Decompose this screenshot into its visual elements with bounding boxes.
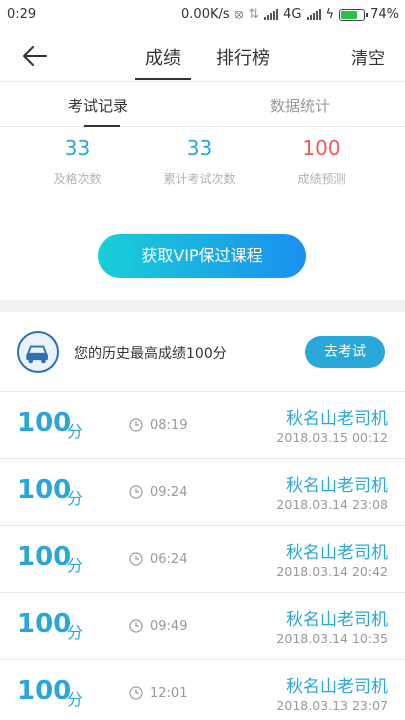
back-arrow-icon[interactable] bbox=[22, 43, 48, 69]
record-row[interactable]: 100 分 12:01 秋名山老司机 2018.03.13 23:07 bbox=[0, 660, 405, 720]
record-duration: 09:49 bbox=[150, 619, 188, 634]
data-transfer-icon: ⇅ bbox=[248, 7, 260, 22]
charging-icon: ϟ bbox=[325, 7, 335, 22]
subtab-statistics[interactable]: 数据统计 bbox=[270, 95, 330, 116]
battery-fill bbox=[341, 10, 357, 19]
record-user-name: 秋名山老司机 bbox=[286, 610, 388, 630]
status-bar: 0:29 0.00K/s ⦻ ⇅ 4G ϟ 74% bbox=[0, 0, 405, 30]
signal-2-icon bbox=[306, 9, 321, 20]
record-row[interactable]: 100 分 06:24 秋名山老司机 2018.03.14 20:42 bbox=[0, 526, 405, 593]
vip-course-button[interactable]: 获取VIP保过课程 bbox=[98, 234, 306, 278]
best-score-row: 您的历史最高成绩100分 去考试 bbox=[0, 312, 405, 392]
network-speed: 0.00K/s bbox=[181, 7, 230, 22]
stat-value: 33 bbox=[64, 136, 91, 160]
record-score-unit: 分 bbox=[67, 690, 84, 709]
take-exam-button[interactable]: 去考试 bbox=[305, 336, 385, 368]
active-tab-indicator bbox=[135, 78, 191, 80]
clock-icon bbox=[129, 418, 143, 432]
stat-passed: 33 及格次数 bbox=[10, 128, 145, 187]
record-user-name: 秋名山老司机 bbox=[286, 409, 388, 429]
exam-records-list: 100 分 08:19 秋名山老司机 2018.03.15 00:12 100 分 09:24… bbox=[0, 392, 405, 720]
record-score-unit: 分 bbox=[67, 623, 84, 642]
record-date: 2018.03.14 10:35 bbox=[276, 631, 388, 646]
stat-prediction: 100 成绩预测 bbox=[254, 128, 389, 187]
record-duration: 06:24 bbox=[150, 552, 188, 567]
record-score-unit: 分 bbox=[67, 489, 84, 508]
clock-icon bbox=[129, 552, 143, 566]
record-score: 100 bbox=[17, 609, 72, 639]
status-time: 0:29 bbox=[7, 7, 37, 22]
stat-value: 100 bbox=[302, 136, 341, 160]
record-row[interactable]: 100 分 08:19 秋名山老司机 2018.03.15 00:12 bbox=[0, 392, 405, 459]
battery-percent: 74% bbox=[370, 7, 399, 22]
clear-button[interactable]: 清空 bbox=[351, 44, 385, 69]
record-score-unit: 分 bbox=[67, 422, 84, 441]
stats-panel: 33 及格次数 33 累计考试次数 100 成绩预测 bbox=[0, 128, 405, 218]
record-date: 2018.03.14 20:42 bbox=[276, 564, 388, 579]
best-score-text: 您的历史最高成绩100分 bbox=[74, 346, 227, 362]
record-date: 2018.03.15 00:12 bbox=[276, 430, 388, 445]
status-right: 0.00K/s ⦻ ⇅ 4G ϟ 74% bbox=[181, 7, 399, 22]
record-score: 100 bbox=[17, 542, 72, 572]
record-row[interactable]: 100 分 09:24 秋名山老司机 2018.03.14 23:08 bbox=[0, 459, 405, 526]
clock-icon bbox=[129, 485, 143, 499]
subtab-exam-records[interactable]: 考试记录 bbox=[68, 95, 128, 116]
record-score: 100 bbox=[17, 676, 72, 706]
record-date: 2018.03.14 23:08 bbox=[276, 497, 388, 512]
signal-icon bbox=[264, 9, 279, 20]
stat-label: 及格次数 bbox=[53, 172, 102, 186]
record-user-name: 秋名山老司机 bbox=[286, 543, 388, 563]
battery-icon bbox=[339, 8, 369, 21]
tab-scores[interactable]: 成绩 bbox=[145, 44, 181, 70]
tab-leaderboard[interactable]: 排行榜 bbox=[216, 44, 270, 70]
sub-tabs: 考试记录 数据统计 bbox=[0, 83, 405, 127]
network-type: 4G bbox=[283, 7, 302, 22]
record-duration: 08:19 bbox=[150, 418, 188, 433]
clock-icon bbox=[129, 686, 143, 700]
record-user-name: 秋名山老司机 bbox=[286, 476, 388, 496]
record-user-name: 秋名山老司机 bbox=[286, 677, 388, 697]
section-divider bbox=[0, 300, 405, 312]
stat-total-exams: 33 累计考试次数 bbox=[132, 128, 267, 187]
top-nav: 成绩 排行榜 清空 bbox=[0, 30, 405, 82]
record-score-unit: 分 bbox=[67, 556, 84, 575]
car-avatar-icon bbox=[17, 331, 59, 373]
record-row[interactable]: 100 分 09:49 秋名山老司机 2018.03.14 10:35 bbox=[0, 593, 405, 660]
vibrate-off-icon: ⦻ bbox=[234, 7, 244, 22]
record-date: 2018.03.13 23:07 bbox=[276, 698, 388, 713]
record-score: 100 bbox=[17, 408, 72, 438]
record-duration: 12:01 bbox=[150, 686, 188, 701]
stat-label: 成绩预测 bbox=[297, 172, 346, 186]
stat-value: 33 bbox=[186, 136, 213, 160]
record-duration: 09:24 bbox=[150, 485, 188, 500]
active-subtab-indicator bbox=[84, 125, 120, 127]
clock-icon bbox=[129, 619, 143, 633]
record-score: 100 bbox=[17, 475, 72, 505]
stat-label: 累计考试次数 bbox=[163, 172, 236, 186]
